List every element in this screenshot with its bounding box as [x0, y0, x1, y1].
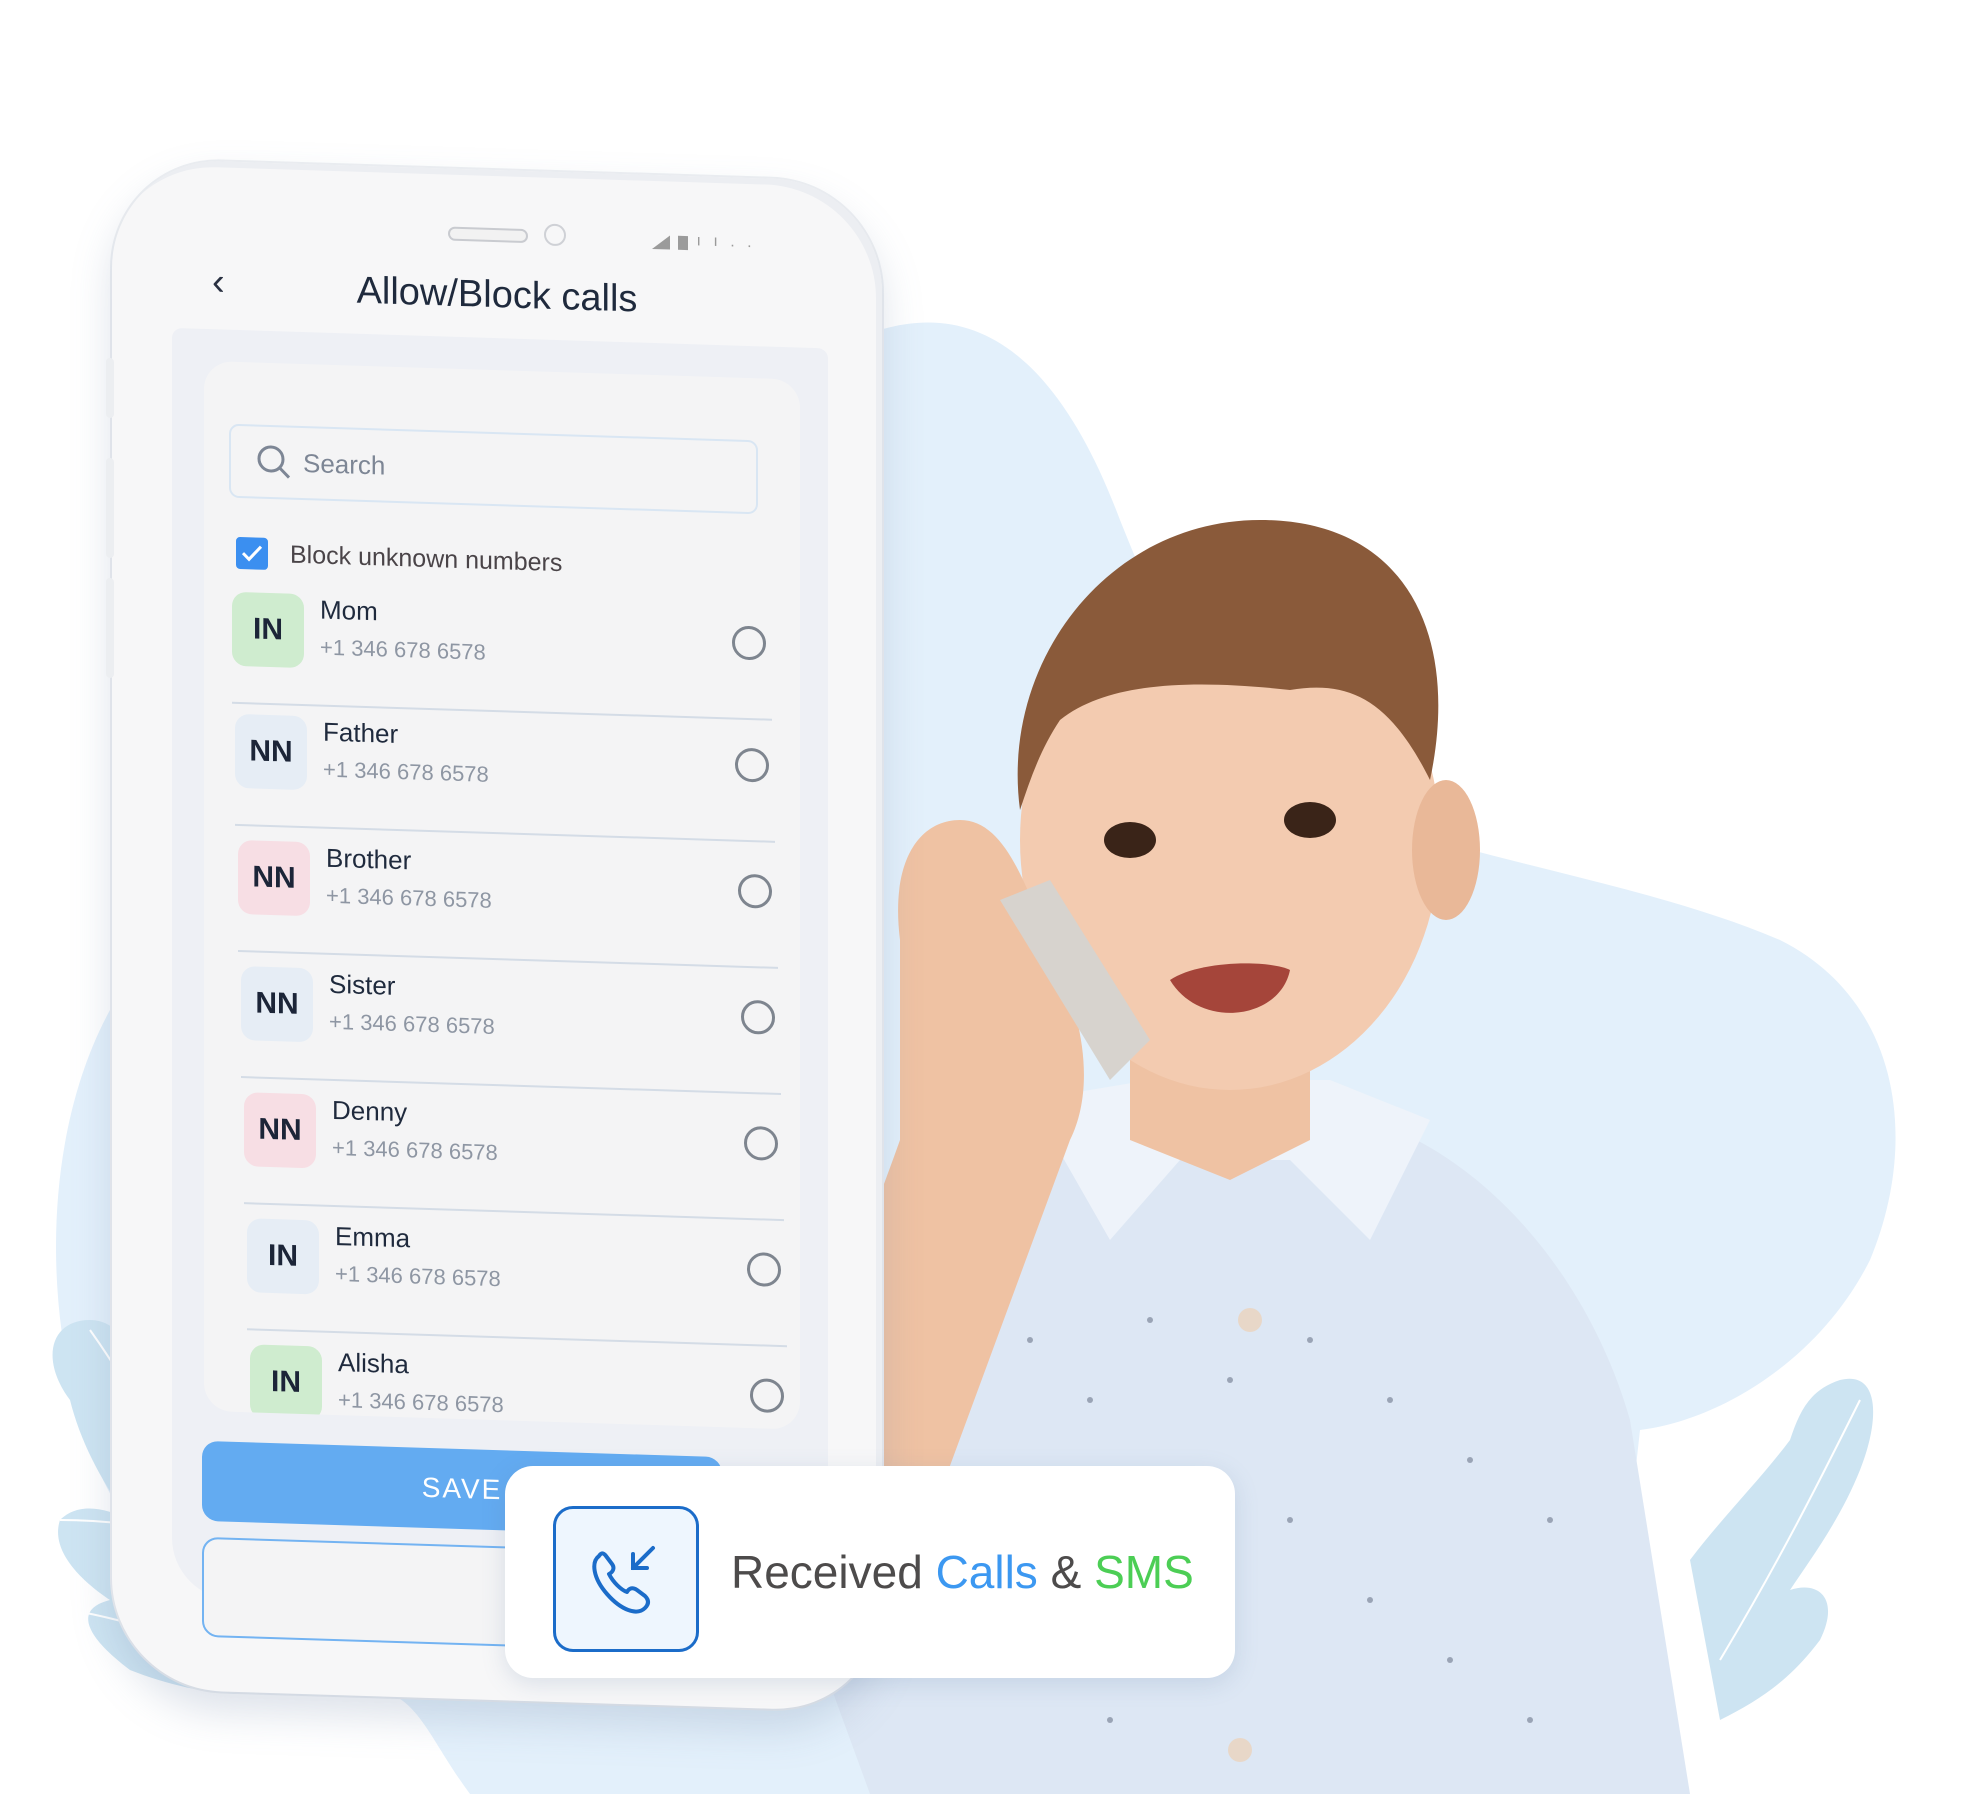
contact-name: Emma [335, 1221, 411, 1254]
battery-icon [678, 235, 688, 251]
contact-avatar: NN [238, 839, 310, 917]
contact-select-radio[interactable] [732, 625, 766, 661]
row-divider [241, 1076, 781, 1096]
block-unknown-label: Block unknown numbers [290, 540, 563, 577]
block-unknown-checkbox[interactable] [236, 536, 268, 570]
front-camera-icon [544, 223, 566, 247]
incoming-call-icon-box [553, 1506, 699, 1652]
contact-avatar: IN [232, 591, 304, 669]
contact-avatar: IN [250, 1344, 322, 1421]
contact-phone: +1 346 678 6578 [338, 1387, 504, 1418]
search-icon [257, 445, 291, 479]
contact-row[interactable]: NN Denny +1 346 678 6578 [244, 1092, 784, 1233]
row-divider [247, 1328, 787, 1348]
phone-volume-button [106, 457, 114, 559]
contact-name: Brother [326, 842, 412, 876]
feature-card: Received Calls & SMS [505, 1466, 1235, 1678]
feature-text-sms: SMS [1094, 1546, 1194, 1598]
contact-name: Alisha [338, 1347, 409, 1380]
contact-phone: +1 346 678 6578 [320, 634, 486, 665]
contact-row[interactable]: IN Mom +1 346 678 6578 [232, 591, 772, 733]
page-title: Allow/Block calls [356, 269, 638, 321]
boy-eye-left [1104, 822, 1156, 858]
contact-row[interactable]: NN Father +1 346 678 6578 [235, 713, 775, 855]
phone-side-button [106, 357, 114, 419]
boy-eye-right [1284, 802, 1336, 838]
incoming-call-icon [592, 1546, 655, 1614]
contact-phone: +1 346 678 6578 [326, 882, 492, 913]
contact-phone: +1 346 678 6578 [323, 756, 489, 787]
checkmark-icon [241, 545, 263, 562]
wifi-dots-icon: ı ı . . [696, 232, 756, 252]
contact-phone: +1 346 678 6578 [335, 1261, 501, 1292]
contact-avatar: NN [244, 1092, 316, 1169]
contact-name: Father [323, 716, 399, 749]
contact-name: Mom [320, 594, 378, 627]
contact-select-radio[interactable] [747, 1251, 781, 1288]
contact-phone: +1 346 678 6578 [329, 1008, 495, 1040]
contact-select-radio[interactable] [741, 999, 775, 1035]
contact-select-radio[interactable] [738, 873, 772, 909]
contact-select-radio[interactable] [735, 747, 769, 783]
contact-row[interactable]: IN Alisha +1 346 678 6578 [250, 1344, 790, 1429]
feature-text-received: Received [731, 1546, 936, 1598]
feature-card-title: Received Calls & SMS [731, 1466, 1194, 1678]
contact-name: Denny [332, 1094, 408, 1128]
signal-icon [652, 234, 670, 250]
contact-avatar: IN [247, 1218, 319, 1295]
block-unknown-row[interactable]: Block unknown numbers [236, 536, 563, 579]
contact-name: Sister [329, 968, 396, 1001]
search-placeholder: Search [303, 447, 386, 481]
contact-row[interactable]: IN Emma +1 346 678 6578 [247, 1218, 787, 1359]
row-divider [235, 823, 775, 843]
contact-row[interactable]: NN Brother +1 346 678 6578 [238, 839, 778, 981]
contact-select-radio[interactable] [744, 1125, 778, 1161]
contact-phone: +1 346 678 6578 [332, 1134, 498, 1166]
row-divider [244, 1202, 784, 1222]
feature-text-amp: & [1037, 1546, 1095, 1598]
speaker-slot [448, 226, 528, 244]
phone-volume-button [106, 577, 114, 679]
feature-text-calls: Calls [935, 1546, 1038, 1598]
contact-avatar: NN [241, 966, 313, 1043]
contact-row[interactable]: NN Sister +1 346 678 6578 [241, 966, 781, 1107]
row-divider [238, 949, 778, 969]
contact-avatar: NN [235, 713, 307, 791]
screen-content: Search Block unknown numbers IN Mom +1 346… [172, 327, 828, 1654]
status-bar: ı ı . . [652, 231, 756, 252]
contacts-panel: Search Block unknown numbers IN Mom +1 346… [204, 360, 800, 1430]
search-input[interactable]: Search [229, 423, 758, 515]
boy-button [1238, 1308, 1262, 1332]
contact-list: IN Mom +1 346 678 6578 NN Father +1 346 678 6… [204, 361, 800, 1421]
boy-ear [1412, 780, 1480, 920]
contact-select-radio[interactable] [750, 1378, 784, 1414]
boy-button [1228, 1738, 1252, 1762]
